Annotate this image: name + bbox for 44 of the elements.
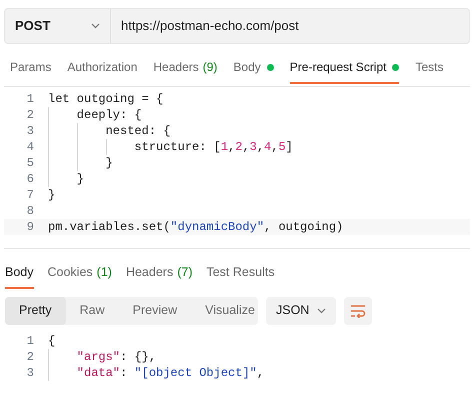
code-line: "args": {}, bbox=[76, 348, 156, 366]
code-line: } bbox=[104, 155, 113, 172]
view-mode-tab[interactable]: Pretty bbox=[5, 296, 66, 325]
code-line: } bbox=[48, 187, 56, 204]
url-field[interactable]: https://postman-echo.com/post bbox=[111, 9, 469, 43]
tab[interactable]: Headers (9) bbox=[153, 58, 218, 84]
line-number: 5 bbox=[26, 155, 35, 172]
tab[interactable]: Cookies (1) bbox=[48, 263, 112, 289]
tab[interactable]: Pre-request Script bbox=[290, 58, 400, 84]
code-line: nested: { bbox=[104, 123, 170, 140]
line-number: 4 bbox=[26, 139, 35, 156]
line-number: 7 bbox=[26, 187, 35, 204]
view-mode-tab[interactable]: Visualize bbox=[191, 296, 269, 325]
line-number: 2 bbox=[26, 107, 35, 124]
tab[interactable]: Authorization bbox=[67, 58, 138, 84]
line-number: 9 bbox=[26, 219, 35, 236]
code-line: { bbox=[48, 332, 56, 350]
code-line: structure: [1,2,3,4,5] bbox=[133, 139, 293, 156]
method-dropdown[interactable]: POST bbox=[5, 9, 111, 43]
chevron-down-icon bbox=[317, 308, 326, 314]
line-number: 2 bbox=[26, 348, 35, 366]
tab[interactable]: Tests bbox=[415, 58, 444, 84]
code-line: let outgoing = { bbox=[48, 91, 164, 108]
script-editor[interactable]: 1 let outgoing = { 2 deeply: { 3 nested: { 4 structure: [1,2,3,4,5] 5 } 6 } 7 } 8 9 pm.variables.set("dynamicBody", outgoing) bbox=[4, 86, 470, 240]
code-line: "data": "[object Object]", bbox=[76, 364, 264, 382]
tab[interactable]: Test Results bbox=[206, 263, 275, 289]
line-number: 8 bbox=[26, 203, 35, 220]
tab[interactable]: Body bbox=[5, 263, 34, 289]
line-number: 3 bbox=[26, 123, 35, 140]
tab[interactable]: Params bbox=[10, 58, 52, 84]
code-line: deeply: { bbox=[76, 107, 142, 124]
tab[interactable]: Body bbox=[233, 58, 274, 84]
line-number: 1 bbox=[26, 332, 35, 350]
code-line: pm.variables.set("dynamicBody", outgoing) bbox=[48, 219, 344, 236]
wrap-lines-icon[interactable] bbox=[344, 296, 372, 325]
line-number: 3 bbox=[26, 364, 35, 382]
line-number: 1 bbox=[26, 91, 35, 108]
chevron-down-icon bbox=[91, 23, 100, 29]
view-mode-tab[interactable]: Preview bbox=[118, 296, 192, 325]
tab[interactable]: Headers (7) bbox=[126, 263, 192, 289]
line-number: 6 bbox=[26, 171, 35, 188]
view-mode-tab[interactable]: Raw bbox=[66, 296, 119, 325]
code-line: } bbox=[76, 171, 84, 188]
format-dropdown[interactable]: JSON bbox=[266, 296, 336, 325]
